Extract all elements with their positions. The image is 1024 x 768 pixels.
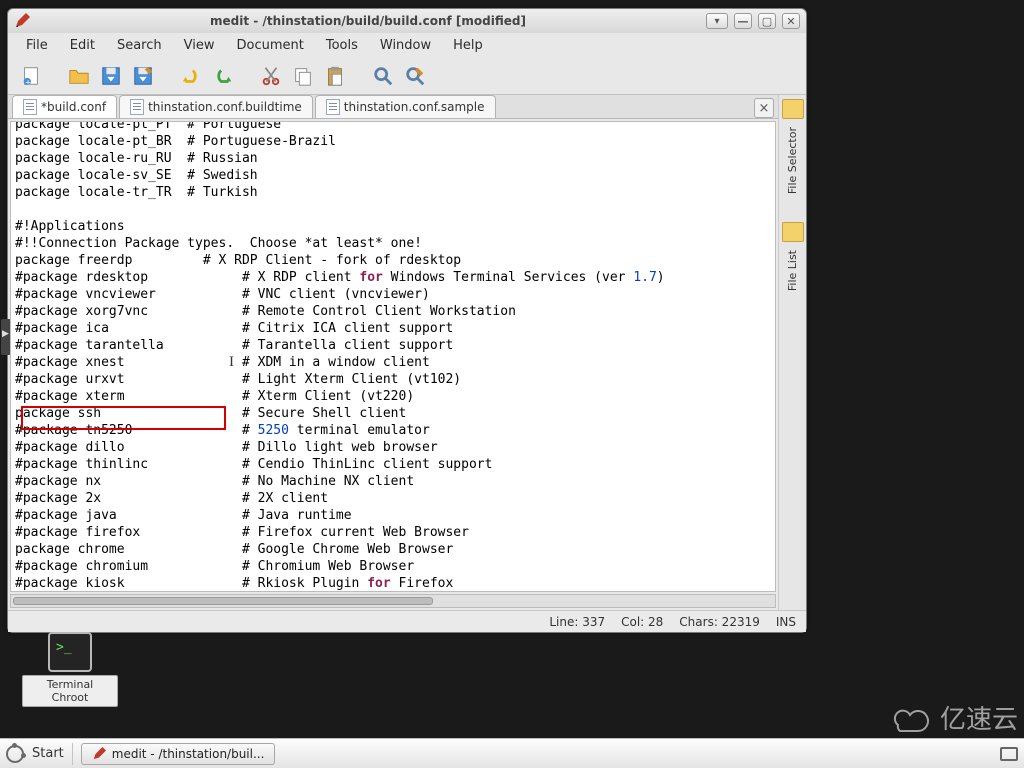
watermark-text: 亿速云	[940, 699, 1018, 736]
statusbar: Line: 337 Col: 28 Chars: 22319 INS	[8, 610, 806, 632]
document-icon	[130, 99, 144, 115]
window-menu-dropdown[interactable]: ▾	[706, 13, 728, 29]
file-selector-tab[interactable]: File Selector	[786, 127, 799, 194]
tab-build-conf[interactable]: *build.conf	[12, 95, 117, 118]
menu-view[interactable]: View	[174, 36, 225, 55]
status-mode: INS	[776, 615, 796, 629]
redo-button[interactable]	[210, 63, 236, 89]
file-list-tab[interactable]: File List	[786, 250, 799, 291]
system-tray	[1000, 747, 1018, 761]
terminal-icon	[48, 632, 92, 672]
folder-icon[interactable]	[782, 99, 804, 119]
text-cursor-icon: I	[229, 354, 234, 371]
right-sidebar: File Selector File List	[778, 95, 806, 610]
tab-buildtime[interactable]: thinstation.conf.buildtime	[119, 95, 313, 118]
watermark: 亿速云	[888, 699, 1018, 736]
menu-file[interactable]: File	[16, 36, 58, 55]
menu-search[interactable]: Search	[107, 36, 172, 55]
tab-sample[interactable]: thinstation.conf.sample	[315, 95, 496, 118]
app-pen-icon	[92, 747, 106, 761]
status-chars: Chars: 22319	[679, 615, 760, 629]
window-title: medit - /thinstation/build/build.conf [m…	[36, 14, 700, 28]
display-tray-icon[interactable]	[1000, 747, 1018, 761]
cut-button[interactable]	[258, 63, 284, 89]
open-file-button[interactable]	[66, 63, 92, 89]
minimize-button[interactable]: —	[734, 13, 752, 29]
editor-area[interactable]: package locale-pt_PT # Portuguese packag…	[10, 121, 776, 592]
menubar: File Edit Search View Document Tools Win…	[8, 33, 806, 57]
find-replace-button[interactable]	[402, 63, 428, 89]
paste-button[interactable]	[322, 63, 348, 89]
status-line: Line: 337	[549, 615, 605, 629]
app-pen-icon	[14, 13, 30, 29]
save-button[interactable]	[98, 63, 124, 89]
menu-document[interactable]: Document	[226, 36, 313, 55]
code-content[interactable]: package locale-pt_PT # Portuguese packag…	[11, 121, 776, 592]
new-file-button[interactable]: +	[18, 63, 44, 89]
document-icon	[326, 99, 340, 115]
menu-tools[interactable]: Tools	[316, 36, 368, 55]
menu-window[interactable]: Window	[370, 36, 441, 55]
tab-label: *build.conf	[41, 100, 106, 114]
titlebar[interactable]: medit - /thinstation/build/build.conf [m…	[8, 9, 806, 33]
save-as-button[interactable]	[130, 63, 156, 89]
menu-edit[interactable]: Edit	[60, 36, 105, 55]
toolbar: +	[8, 57, 806, 95]
taskbar-item-label: medit - /thinstation/buil...	[112, 747, 265, 761]
taskbar-separator	[72, 743, 73, 765]
tab-label: thinstation.conf.buildtime	[148, 100, 302, 114]
folder-icon[interactable]	[782, 222, 804, 242]
taskbar: Start medit - /thinstation/buil...	[0, 738, 1024, 768]
horizontal-scrollbar[interactable]	[10, 594, 776, 608]
medit-window: medit - /thinstation/build/build.conf [m…	[7, 8, 807, 633]
menu-help[interactable]: Help	[443, 36, 493, 55]
svg-text:+: +	[25, 77, 31, 86]
close-tab-button[interactable]: ×	[754, 98, 774, 118]
status-col: Col: 28	[621, 615, 663, 629]
copy-button[interactable]	[290, 63, 316, 89]
taskbar-item-medit[interactable]: medit - /thinstation/buil...	[81, 743, 276, 765]
find-button[interactable]	[370, 63, 396, 89]
tab-bar: *build.conf thinstation.conf.buildtime t…	[8, 95, 778, 119]
close-button[interactable]: ✕	[782, 13, 800, 29]
start-orb-icon[interactable]	[6, 745, 24, 763]
desktop-terminal-icon[interactable]: Terminal Chroot	[22, 632, 118, 707]
document-icon	[23, 99, 37, 115]
desktop-icon-label: Terminal Chroot	[22, 675, 118, 707]
tab-label: thinstation.conf.sample	[344, 100, 485, 114]
undo-button[interactable]	[178, 63, 204, 89]
start-button[interactable]: Start	[32, 746, 64, 761]
maximize-button[interactable]: ▢	[758, 13, 776, 29]
